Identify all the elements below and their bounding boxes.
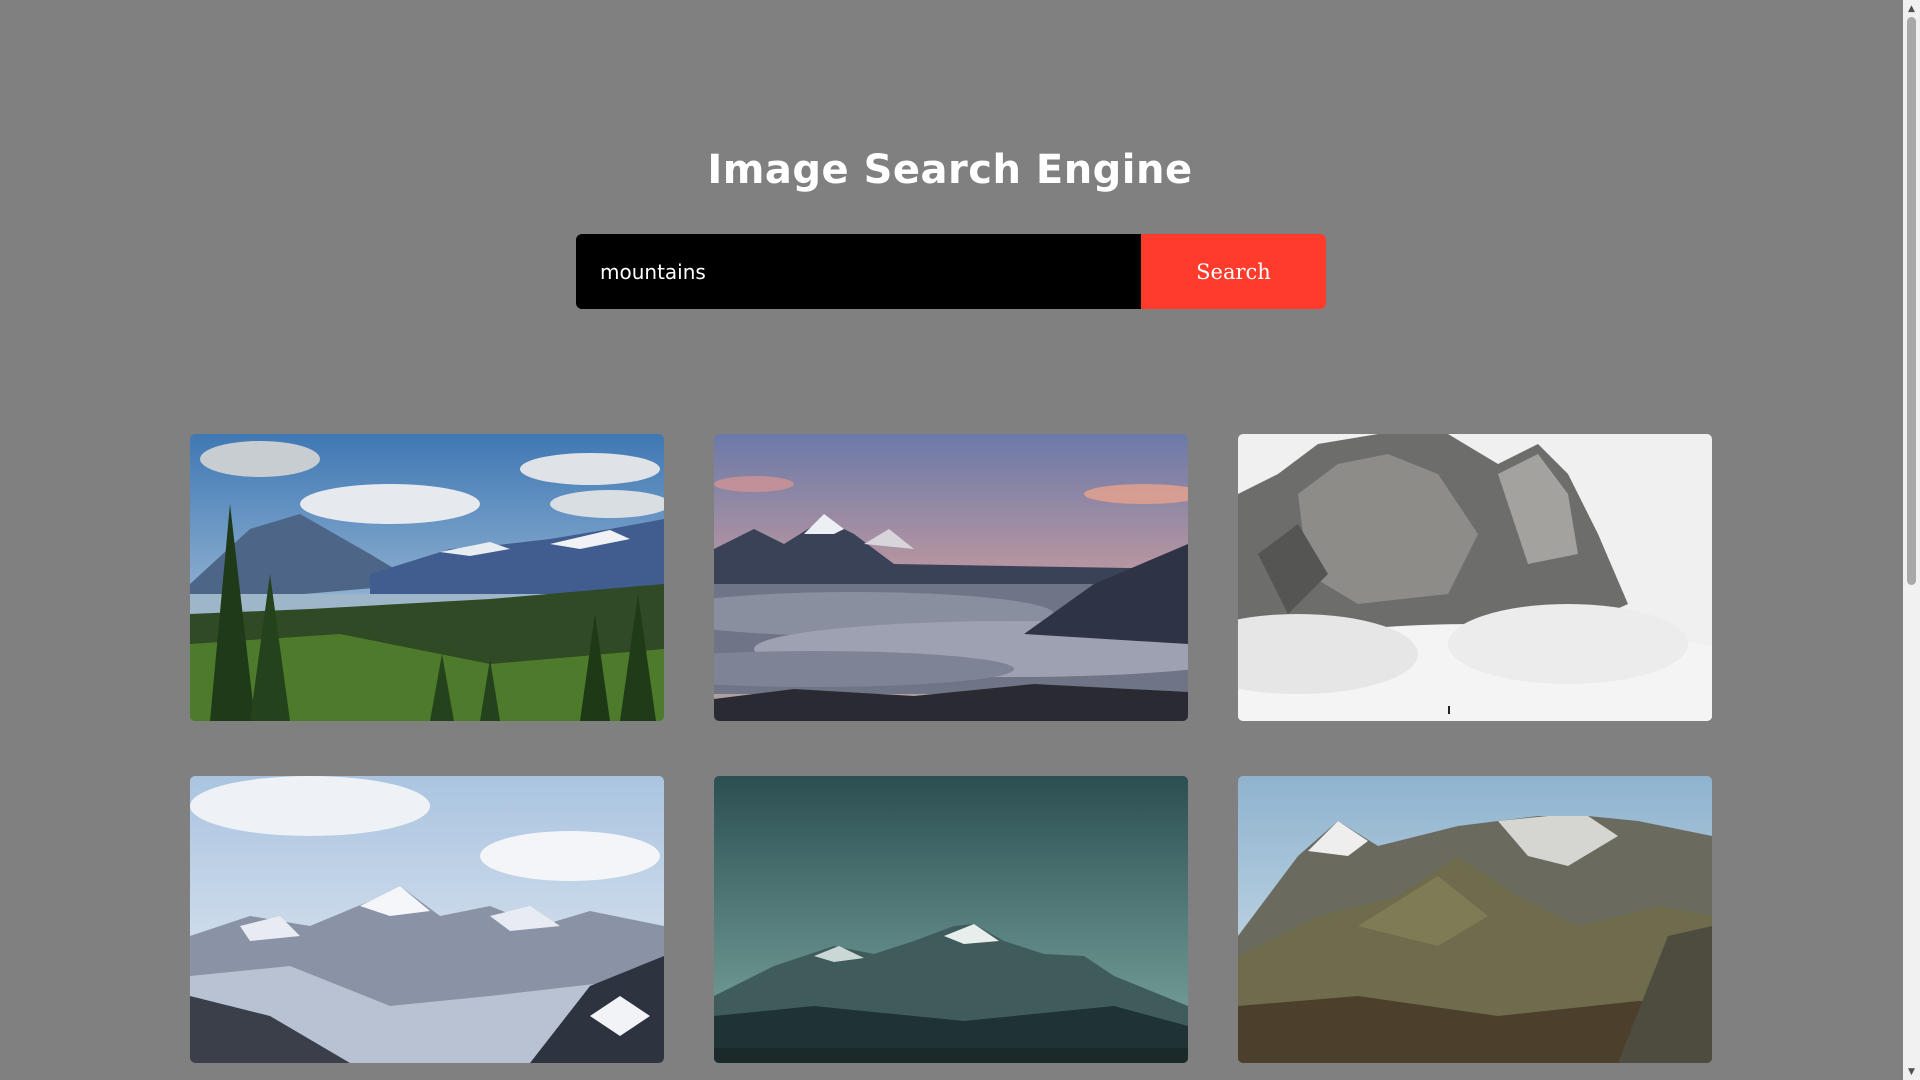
result-image-1 xyxy=(190,434,664,721)
search-button[interactable]: Search xyxy=(1141,234,1326,309)
page: Image Search Engine Search xyxy=(0,0,1920,1080)
image-results-grid xyxy=(190,434,1712,1063)
result-image[interactable] xyxy=(714,434,1188,721)
scroll-up-arrow-icon[interactable]: ▲ xyxy=(1903,0,1920,17)
result-image-2 xyxy=(714,434,1188,721)
search-input[interactable] xyxy=(576,234,1141,309)
search-form: Search xyxy=(576,234,1326,309)
result-image-4 xyxy=(190,776,664,1063)
result-image[interactable] xyxy=(190,776,664,1063)
result-image-3 xyxy=(1238,434,1712,721)
result-image[interactable] xyxy=(1238,776,1712,1063)
scrollbar-thumb[interactable] xyxy=(1907,17,1916,585)
scroll-down-arrow-icon[interactable]: ▼ xyxy=(1903,1063,1920,1080)
result-image-5 xyxy=(714,776,1188,1063)
result-image[interactable] xyxy=(714,776,1188,1063)
result-image[interactable] xyxy=(1238,434,1712,721)
result-image[interactable] xyxy=(190,434,664,721)
vertical-scrollbar[interactable]: ▲ ▼ xyxy=(1903,0,1920,1080)
page-title: Image Search Engine xyxy=(707,146,1193,193)
result-image-6 xyxy=(1238,776,1712,1063)
